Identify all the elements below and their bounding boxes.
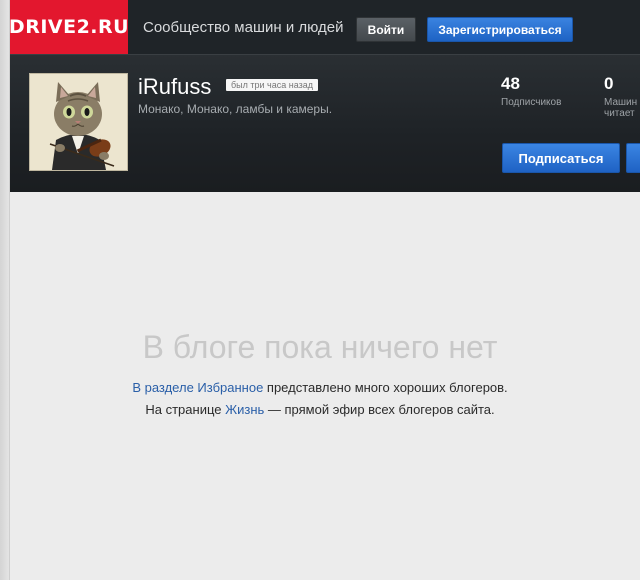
kitten-violinist-avatar-image: [30, 74, 127, 170]
page-left-edge: [0, 0, 10, 580]
empty-blog-line-1-text: представлено много хороших блогеров.: [263, 380, 508, 395]
login-button[interactable]: Войти: [356, 17, 416, 42]
site-tagline: Сообщество машин и людей: [143, 19, 344, 36]
stat-cars-value: 0: [604, 74, 614, 93]
avatar[interactable]: [29, 73, 128, 171]
top-navigation-bar: DRIVE2.RU Сообщество машин и людей Войти…: [8, 0, 640, 54]
page: DRIVE2.RU Сообщество машин и людей Войти…: [8, 0, 640, 580]
site-logo[interactable]: DRIVE2.RU: [8, 0, 130, 54]
stat-subscribers-label: Подписчиков: [501, 97, 562, 108]
profile-bio: Монако, Монако, ламбы и камеры.: [138, 102, 333, 116]
stat-subscribers[interactable]: 48 Подписчиков: [501, 74, 561, 108]
empty-blog-title: В блоге пока ничего нет: [142, 329, 498, 365]
empty-blog-line-1: В разделе Избранное представлено много х…: [10, 380, 630, 395]
stat-cars[interactable]: 0 Машин читает: [604, 74, 637, 119]
site-logo-text: DRIVE2.RU: [8, 16, 130, 38]
last-seen-badge: был три часа назад: [226, 79, 318, 91]
empty-blog-line-2: На странице Жизнь — прямой эфир всех бло…: [10, 402, 630, 417]
favorites-link[interactable]: В разделе Избранное: [132, 380, 263, 395]
empty-blog-line-2-text: — прямой эфир всех блогеров сайта.: [264, 402, 495, 417]
profile-username[interactable]: iRufuss: [138, 74, 211, 100]
profile-header: iRufuss был три часа назад Монако, Монак…: [10, 54, 640, 192]
stat-subscribers-value: 48: [501, 74, 520, 93]
empty-blog-line-2-prefix: На странице: [145, 402, 226, 417]
stat-cars-label-line1: Машин: [604, 97, 638, 108]
subscribe-button[interactable]: Подписаться: [502, 143, 620, 173]
stat-cars-label-line2: читает: [604, 108, 635, 119]
secondary-action-button[interactable]: [626, 143, 640, 173]
register-button[interactable]: Зарегистрироваться: [427, 17, 573, 42]
life-link[interactable]: Жизнь: [225, 402, 264, 417]
